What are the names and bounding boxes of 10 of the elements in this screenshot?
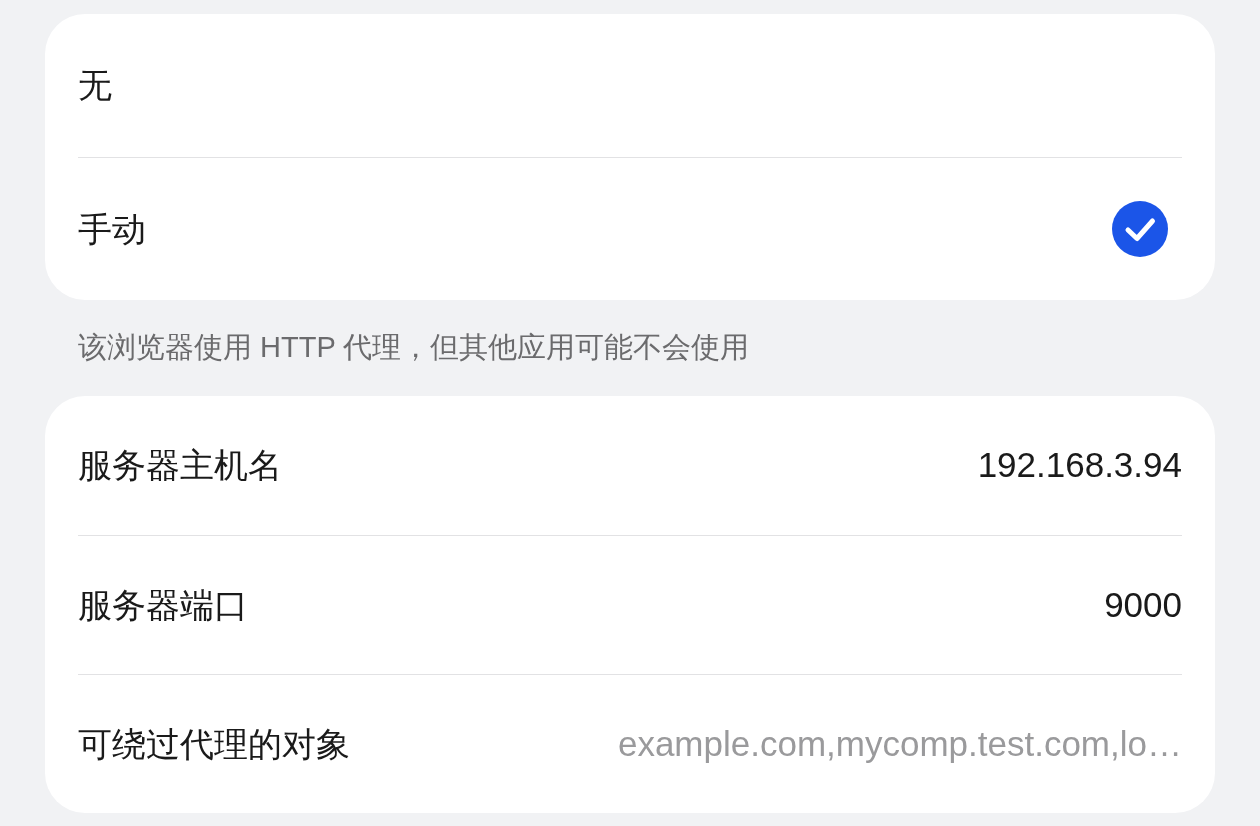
- checkmark-icon: [1112, 201, 1168, 257]
- proxy-mode-option[interactable]: 无: [78, 14, 1182, 157]
- field-label: 服务器主机名: [78, 445, 282, 486]
- text-field[interactable]: example.com,mycomp.test.com,lo…: [374, 717, 1182, 771]
- text-field[interactable]: 192.168.3.94: [306, 439, 1182, 492]
- text-field[interactable]: 9000: [272, 578, 1182, 632]
- proxy-mode-option[interactable]: 手动: [78, 157, 1182, 300]
- field-label: 可绕过代理的对象: [78, 723, 350, 765]
- field-label: 服务器端口: [78, 584, 248, 626]
- note-text: 该浏览器使用 HTTP 代理，但其他应用可能不会使用: [78, 330, 750, 366]
